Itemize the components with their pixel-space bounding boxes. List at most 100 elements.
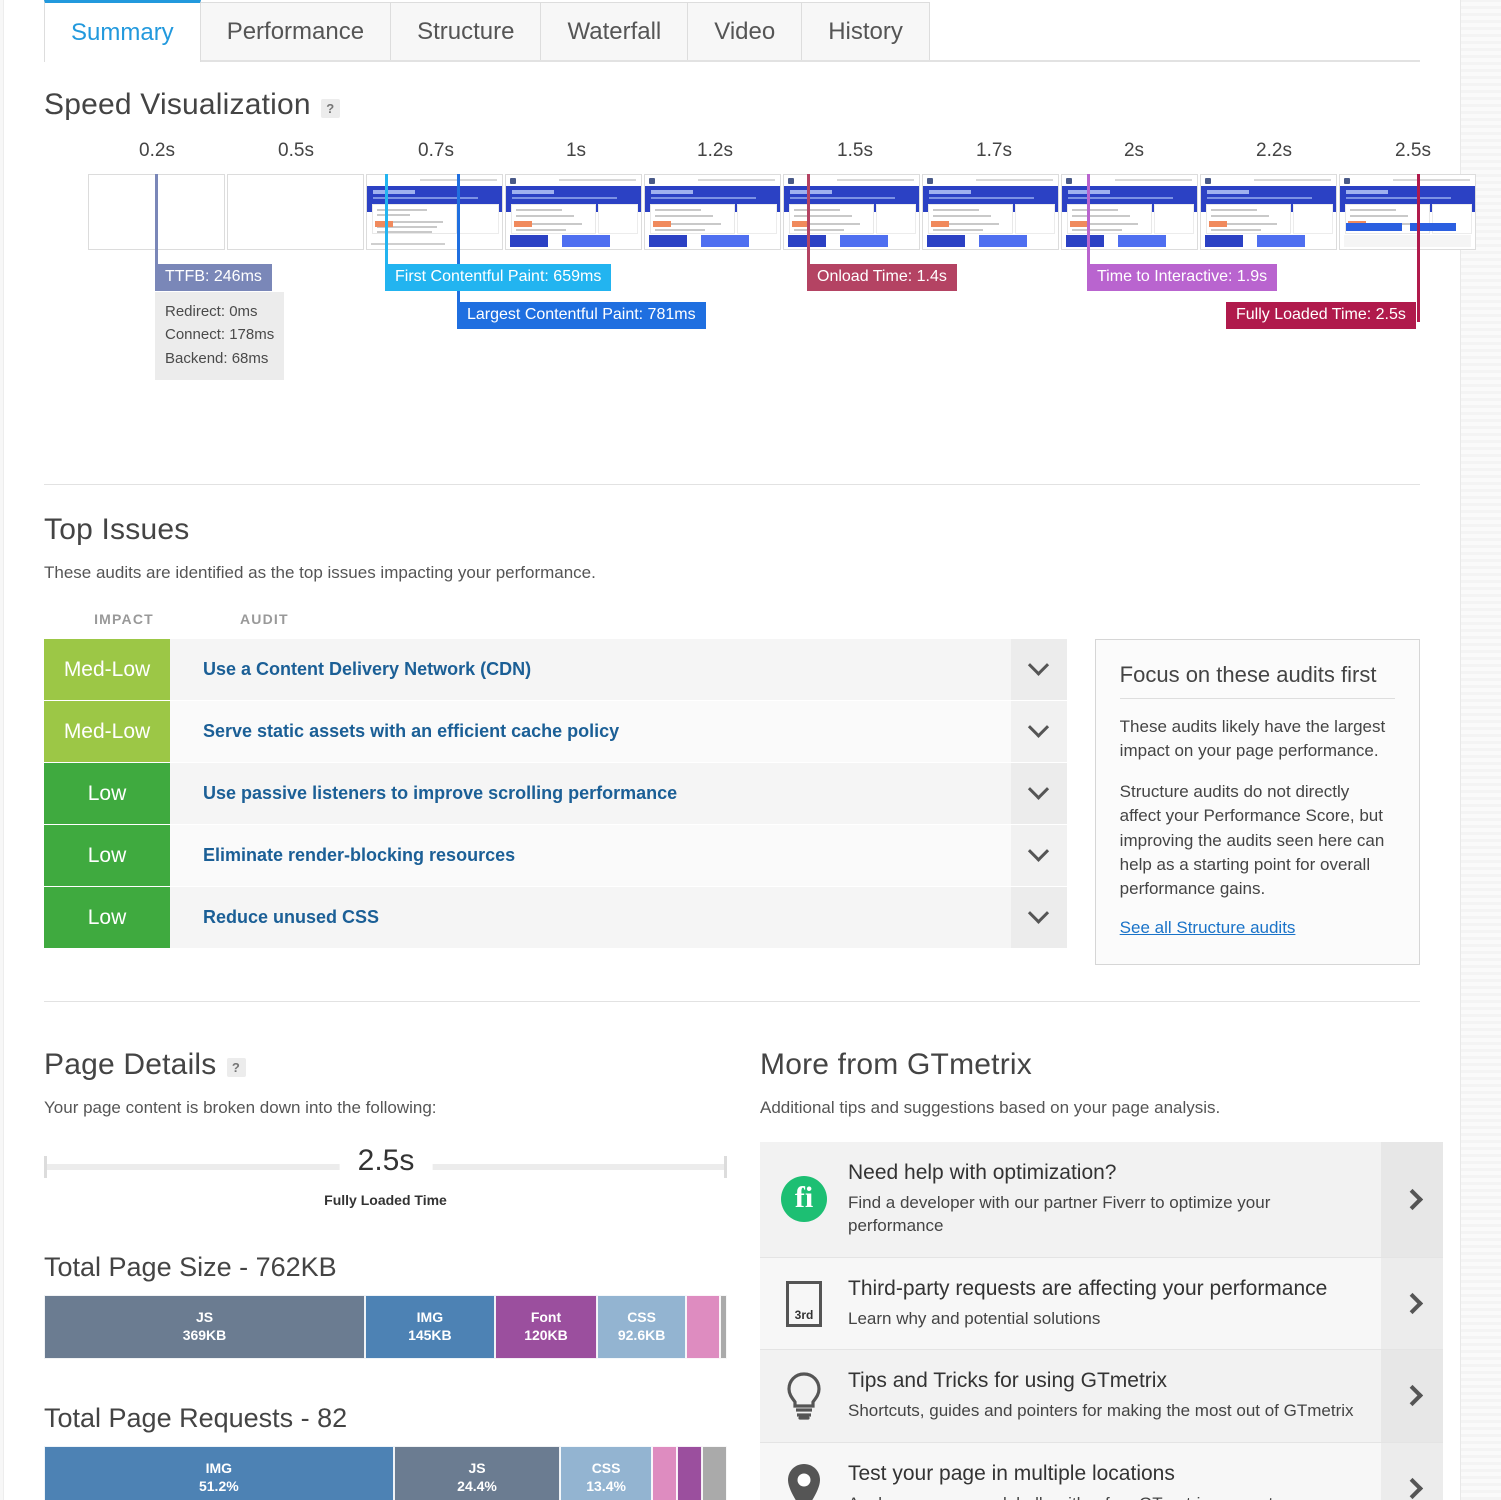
bar-segment-css[interactable]: CSS 13.4% xyxy=(560,1446,652,1500)
tip-desc: Find a developer with our partner Fiverr… xyxy=(848,1191,1365,1238)
chevron-right-icon[interactable] xyxy=(1381,1258,1443,1349)
chevron-right-icon[interactable] xyxy=(1381,1142,1443,1257)
audit-row-body: Serve static assets with an efficient ca… xyxy=(170,701,1067,762)
filmstrip-frame-8[interactable] xyxy=(1200,174,1337,250)
segment-name: JS xyxy=(468,1460,485,1478)
tip-title: Third-party requests are affecting your … xyxy=(848,1277,1365,1301)
tick-6: 1.7s xyxy=(976,140,1012,162)
page-size-stacked-bar: JS 369KB IMG 145KB Font 120KB CSS 92.6KB xyxy=(44,1295,727,1359)
tab-performance[interactable]: Performance xyxy=(200,2,391,60)
list-item[interactable]: Test your page in multiple locations Ana… xyxy=(760,1443,1443,1500)
tip-text: Tips and Tricks for using GTmetrix Short… xyxy=(848,1350,1381,1441)
help-icon[interactable]: ? xyxy=(321,99,340,118)
segment-name: Font xyxy=(531,1309,561,1327)
status-badge: Low xyxy=(44,825,170,886)
marker-tti: Time to Interactive: 1.9s xyxy=(1087,264,1277,291)
ttfb-connect: Connect: 178ms xyxy=(165,323,274,346)
top-issues-list: Med-Low Use a Content Delivery Network (… xyxy=(44,639,1067,949)
audit-row-body: Reduce unused CSS xyxy=(170,887,1067,948)
bar-segment-html[interactable] xyxy=(652,1446,677,1500)
table-row[interactable]: Med-Low Use a Content Delivery Network (… xyxy=(44,639,1067,700)
audit-row-body: Use passive listeners to improve scrolli… xyxy=(170,763,1067,824)
see-all-structure-audits-link[interactable]: See all Structure audits xyxy=(1120,918,1296,937)
chevron-down-icon[interactable] xyxy=(1011,887,1067,948)
page-details-section: Page Details ? Your page content is brok… xyxy=(44,1022,744,1500)
top-issues-heading: Top Issues xyxy=(44,513,189,547)
focus-panel: Focus on these audits first These audits… xyxy=(1095,639,1420,965)
more-from-heading: More from GTmetrix xyxy=(760,1048,1032,1082)
column-header-impact: IMPACT xyxy=(44,611,204,627)
bar-segment-img[interactable]: IMG 145KB xyxy=(365,1295,495,1359)
segment-value: 145KB xyxy=(408,1327,452,1345)
bar-segment-font[interactable] xyxy=(677,1446,702,1500)
bar-segment-css[interactable]: CSS 92.6KB xyxy=(597,1295,686,1359)
chevron-down-icon[interactable] xyxy=(1011,763,1067,824)
table-row[interactable]: Low Reduce unused CSS xyxy=(44,887,1067,948)
audit-link[interactable]: Eliminate render-blocking resources xyxy=(203,845,515,866)
bottom-sections: Page Details ? Your page content is brok… xyxy=(4,1022,1460,1500)
filmstrip-frame-9[interactable] xyxy=(1339,174,1476,250)
segment-name: IMG xyxy=(206,1460,232,1478)
table-row[interactable]: Med-Low Serve static assets with an effi… xyxy=(44,701,1067,762)
segment-name: CSS xyxy=(627,1309,656,1327)
chevron-down-icon[interactable] xyxy=(1011,639,1067,700)
list-item[interactable]: fi Need help with optimization? Find a d… xyxy=(760,1142,1443,1258)
tab-structure[interactable]: Structure xyxy=(390,2,541,60)
filmstrip-frame-1[interactable] xyxy=(227,174,364,250)
audit-row-body: Eliminate render-blocking resources xyxy=(170,825,1067,886)
tab-waterfall[interactable]: Waterfall xyxy=(540,2,688,60)
bar-segment-js[interactable]: JS 369KB xyxy=(44,1295,365,1359)
fully-loaded-meter: 2.5s Fully Loaded Time xyxy=(44,1144,744,1208)
marker-line-fully xyxy=(1417,174,1420,322)
list-item[interactable]: Tips and Tricks for using GTmetrix Short… xyxy=(760,1350,1443,1442)
segment-name: CSS xyxy=(592,1460,621,1478)
status-badge: Low xyxy=(44,763,170,824)
table-row[interactable]: Low Use passive listeners to improve scr… xyxy=(44,763,1067,824)
tab-history[interactable]: History xyxy=(801,2,930,60)
bar-segment-img[interactable]: IMG 51.2% xyxy=(44,1446,394,1500)
focus-panel-title: Focus on these audits first xyxy=(1120,662,1395,688)
filmstrip-frame-4[interactable] xyxy=(644,174,781,250)
chevron-down-icon[interactable] xyxy=(1011,701,1067,762)
filmstrip-frame-5[interactable] xyxy=(783,174,920,250)
top-issues-content: Med-Low Use a Content Delivery Network (… xyxy=(44,639,1420,965)
audit-row-body: Use a Content Delivery Network (CDN) xyxy=(170,639,1067,700)
tab-video[interactable]: Video xyxy=(687,2,802,60)
audit-link[interactable]: Reduce unused CSS xyxy=(203,907,379,928)
marker-fully-loaded: Fully Loaded Time: 2.5s xyxy=(1226,302,1416,329)
filmstrip-frame-7[interactable] xyxy=(1061,174,1198,250)
chevron-right-icon[interactable] xyxy=(1381,1350,1443,1441)
timeline-ticks: 0.2s 0.5s 0.7s 1s 1.2s 1.5s 1.7s 2s 2.2s… xyxy=(44,140,1420,168)
speed-visualization-heading: Speed Visualization xyxy=(44,88,311,122)
filmstrip-frame-6[interactable] xyxy=(922,174,1059,250)
table-row[interactable]: Low Eliminate render-blocking resources xyxy=(44,825,1067,886)
tip-text: Need help with optimization? Find a deve… xyxy=(848,1142,1381,1257)
bar-segment-js[interactable]: JS 24.4% xyxy=(394,1446,561,1500)
tick-2: 0.7s xyxy=(418,140,454,162)
filmstrip-frame-3[interactable] xyxy=(505,174,642,250)
report-content: Summary Performance Structure Waterfall … xyxy=(4,0,1460,1500)
speed-visualization-section: Speed Visualization ? 0.2s 0.5s 0.7s 1s … xyxy=(4,88,1460,430)
more-from-subtitle: Additional tips and suggestions based on… xyxy=(760,1098,1443,1118)
bar-segment-other[interactable] xyxy=(702,1446,727,1500)
bar-segment-font[interactable]: Font 120KB xyxy=(495,1295,597,1359)
bar-segment-other[interactable] xyxy=(720,1295,727,1359)
tick-3: 1s xyxy=(566,140,586,162)
tip-title: Tips and Tricks for using GTmetrix xyxy=(848,1369,1365,1393)
divider-2 xyxy=(44,1001,1420,1002)
list-item[interactable]: 3rd Third-party requests are affecting y… xyxy=(760,1258,1443,1350)
fiverr-icon: fi xyxy=(760,1142,848,1257)
focus-panel-paragraph-1: These audits likely have the largest imp… xyxy=(1120,715,1395,763)
top-issues-title: Top Issues xyxy=(44,513,1420,547)
chevron-down-icon[interactable] xyxy=(1011,825,1067,886)
filmstrip xyxy=(88,174,1478,250)
bar-segment-html[interactable] xyxy=(686,1295,720,1359)
help-icon[interactable]: ? xyxy=(227,1058,246,1077)
audit-link[interactable]: Use passive listeners to improve scrolli… xyxy=(203,783,677,804)
audit-link[interactable]: Serve static assets with an efficient ca… xyxy=(203,721,619,742)
chevron-right-icon[interactable] xyxy=(1381,1443,1443,1500)
page-details-subtitle: Your page content is broken down into th… xyxy=(44,1098,744,1118)
status-badge: Med-Low xyxy=(44,639,170,700)
tab-summary[interactable]: Summary xyxy=(44,0,201,62)
audit-link[interactable]: Use a Content Delivery Network (CDN) xyxy=(203,659,531,680)
